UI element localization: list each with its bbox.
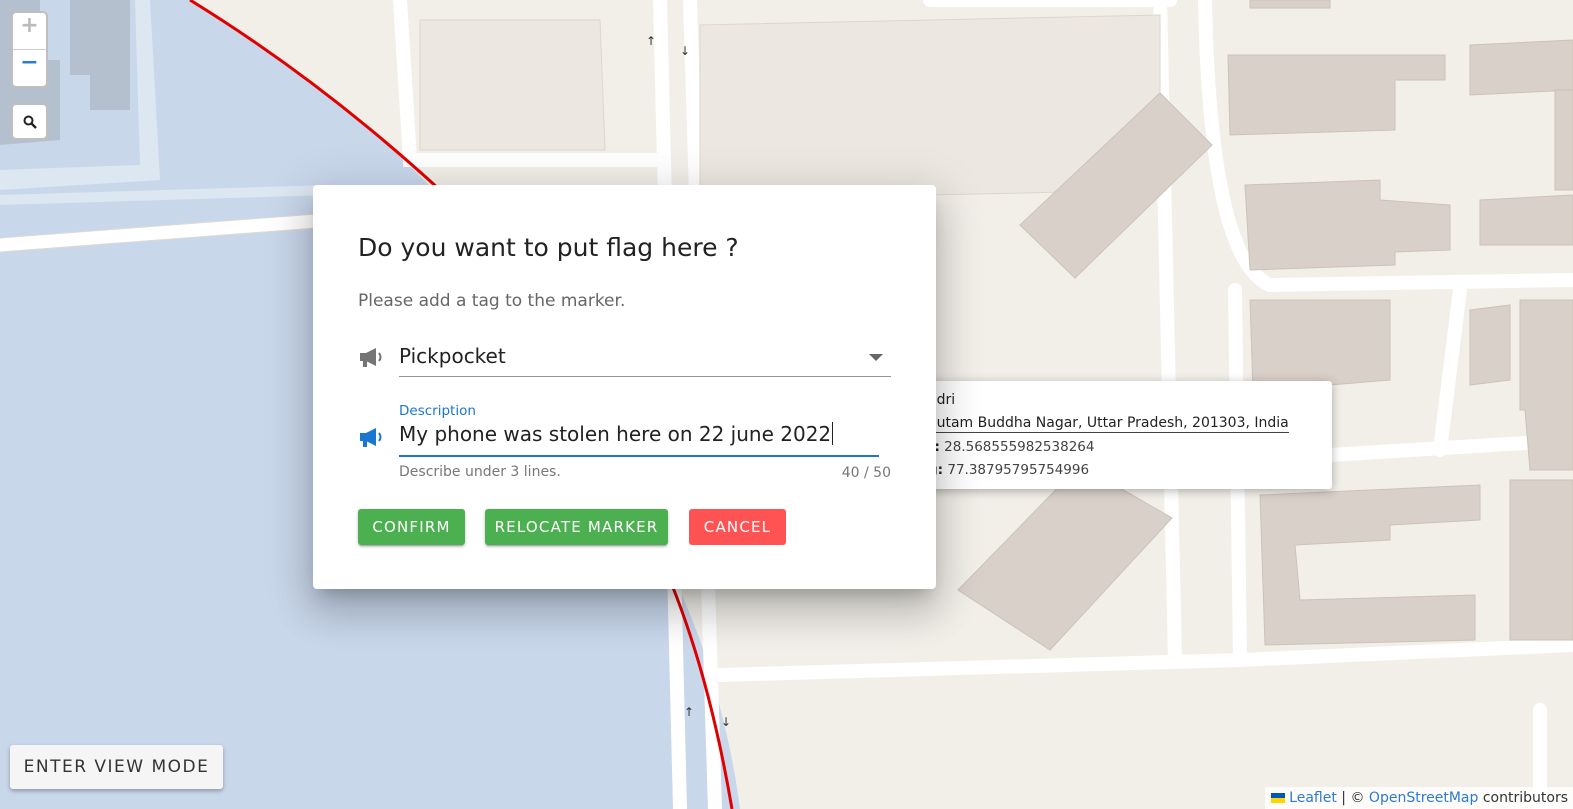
description-input[interactable]: My phone was stolen here on 22 june 2022 xyxy=(399,421,879,457)
attribution-suffix: contributors xyxy=(1482,790,1568,806)
chevron-down-icon xyxy=(869,354,883,361)
tag-select[interactable]: Pickpocket xyxy=(399,340,891,377)
megaphone-icon xyxy=(360,348,382,367)
svg-text:↓: ↓ xyxy=(680,44,690,58)
description-hint: Describe under 3 lines. xyxy=(399,464,561,480)
description-value: My phone was stolen here on 22 june 2022 xyxy=(399,422,834,446)
map-search-button[interactable] xyxy=(11,103,48,140)
confirm-button[interactable]: Confirm xyxy=(358,509,465,545)
text-cursor xyxy=(832,422,834,445)
popup-address: autam Buddha Nagar, Uttar Pradesh, 20130… xyxy=(928,415,1289,433)
megaphone-icon xyxy=(360,428,382,447)
popup-longitude: g: 77.38795795754996 xyxy=(928,462,1089,478)
zoom-in-button[interactable]: + xyxy=(13,13,46,50)
dialog-title: Do you want to put flag here ? xyxy=(358,233,739,262)
flag-dialog: Do you want to put flag here ? Please ad… xyxy=(313,185,936,589)
description-label: Description xyxy=(399,403,476,419)
enter-view-mode-button[interactable]: ENTER VIEW MODE xyxy=(10,745,223,789)
relocate-marker-button[interactable]: Relocate Marker xyxy=(485,509,668,545)
svg-text:↓: ↓ xyxy=(721,715,731,729)
svg-text:↑: ↑ xyxy=(646,34,656,48)
popup-lng-value: 77.38795795754996 xyxy=(947,462,1090,478)
leaflet-link[interactable]: Leaflet xyxy=(1289,790,1337,806)
popup-latitude: t: 28.568555982538264 xyxy=(928,439,1094,455)
dialog-text: Please add a tag to the marker. xyxy=(358,291,626,311)
search-icon xyxy=(23,115,37,129)
attribution-separator: | © xyxy=(1341,790,1365,806)
map-attribution: Leaflet | © OpenStreetMap contributors xyxy=(1265,787,1573,809)
openstreetmap-link[interactable]: OpenStreetMap xyxy=(1369,790,1478,806)
ukraine-flag-icon xyxy=(1271,793,1286,803)
character-counter: 40 / 50 xyxy=(841,465,891,481)
zoom-control: + − xyxy=(11,11,48,88)
svg-text:↑: ↑ xyxy=(684,705,694,719)
location-popup: adri autam Buddha Nagar, Uttar Pradesh, … xyxy=(918,381,1332,489)
description-text: My phone was stolen here on 22 june 2022 xyxy=(399,422,832,446)
tag-select-value: Pickpocket xyxy=(399,344,506,368)
cancel-button[interactable]: Cancel xyxy=(689,509,786,545)
zoom-out-button[interactable]: − xyxy=(13,50,46,86)
popup-lat-value: 28.568555982538264 xyxy=(944,439,1095,455)
